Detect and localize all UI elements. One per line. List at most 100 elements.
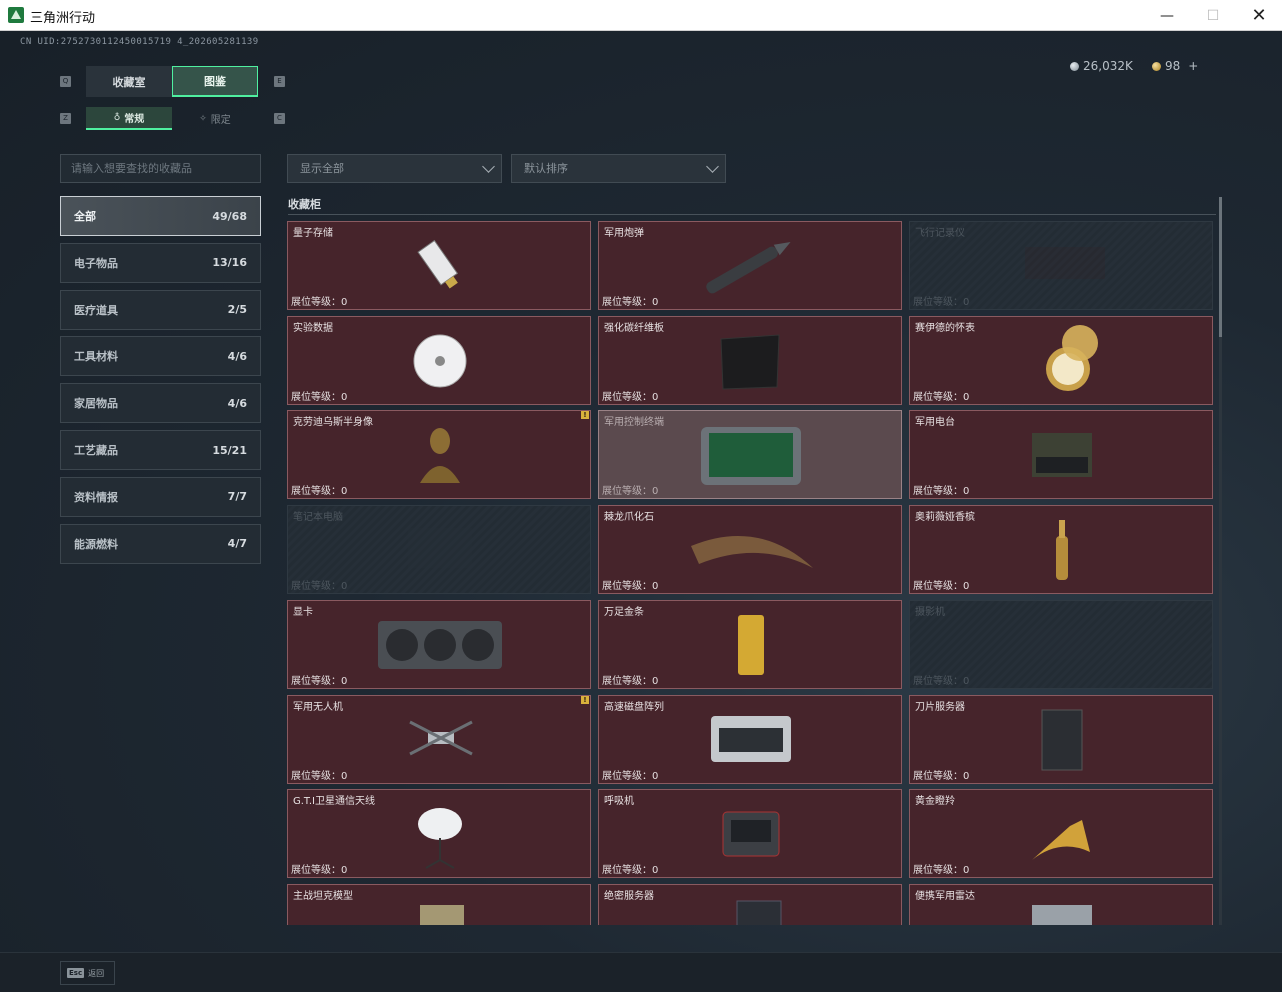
item-name: G.T.I卫星通信天线: [293, 796, 375, 808]
tab-catalog[interactable]: 图鉴: [172, 66, 258, 97]
category-count: 4/7: [227, 537, 247, 551]
item-name: 摄影机: [915, 606, 945, 618]
category-count: 7/7: [227, 490, 247, 504]
item-name: 量子存储: [293, 228, 333, 239]
collection-item[interactable]: 主战坦克模型展位等级：0: [287, 883, 591, 925]
category-label: 医疗道具: [74, 303, 118, 317]
item-level: 展位等级：0: [602, 865, 659, 877]
app-logo-icon: [8, 7, 24, 23]
window-title: 三角洲行动: [30, 11, 96, 26]
category-item[interactable]: 医疗道具 2/5: [60, 289, 261, 330]
item-level: 展位等级：0: [913, 770, 970, 782]
silver-amount: 26,032K: [1083, 59, 1133, 73]
item-name: 军用炮弹: [604, 228, 644, 239]
collection-item[interactable]: 飞行记录仪 展位等级：0: [909, 221, 1213, 310]
collection-item[interactable]: 军用控制终端 展位等级：0: [598, 410, 902, 500]
minimize-button[interactable]: —: [1144, 0, 1190, 31]
scrollbar-thumb[interactable]: [1219, 197, 1222, 337]
bottom-bar: Esc 返回: [0, 952, 1282, 992]
category-item[interactable]: 工具材料 4/6: [60, 336, 261, 377]
back-button[interactable]: Esc 返回: [60, 961, 115, 985]
collection-item[interactable]: 棘龙爪化石 展位等级：0: [598, 505, 902, 595]
search-input[interactable]: 请输入想要查找的收藏品: [60, 154, 261, 183]
collection-item[interactable]: 强化碳纤维板 展位等级：0: [598, 315, 902, 405]
collection-item[interactable]: 高速磁盘阵列 展位等级：0: [598, 694, 902, 784]
filter-dropdown[interactable]: 显示全部: [287, 154, 502, 183]
collection-item[interactable]: 军用无人机展位等级：0!: [287, 694, 591, 784]
section-divider: [288, 214, 1216, 215]
key-hint-right: E: [274, 76, 285, 87]
category-item[interactable]: 全部 49/68: [60, 196, 261, 236]
item-name: 克劳迪乌斯半身像: [293, 417, 373, 429]
key-hint-sub-left: Z: [60, 113, 71, 124]
category-item[interactable]: 电子物品 13/16: [60, 242, 261, 283]
item-name: 刀片服务器: [915, 701, 965, 713]
tab-regular[interactable]: ♁ 常规: [86, 107, 172, 130]
item-name: 绝密服务器: [604, 890, 654, 902]
category-item[interactable]: 家居物品 4/6: [60, 383, 261, 424]
back-label: 返回: [88, 968, 105, 978]
item-name: 高速磁盘阵列: [604, 701, 664, 713]
item-level: 展位等级：0: [291, 770, 348, 782]
category-label: 能源燃料: [74, 537, 118, 551]
collection-item[interactable]: 刀片服务器展位等级：0: [909, 694, 1213, 784]
item-name: 奥莉薇娅香槟: [915, 512, 975, 524]
collection-item[interactable]: G.T.I卫星通信天线 展位等级：0: [287, 789, 591, 879]
item-name: 军用无人机: [293, 701, 343, 713]
category-count: 13/16: [212, 256, 247, 270]
collection-item[interactable]: 奥莉薇娅香槟 展位等级：0: [909, 505, 1213, 595]
item-name: 赛伊德的怀表: [915, 322, 975, 334]
item-level: 展位等级：0: [602, 297, 659, 308]
item-name: 棘龙爪化石: [604, 512, 654, 524]
tab-limited[interactable]: ✧ 限定: [172, 107, 258, 130]
collection-item[interactable]: 呼吸机展位等级：0: [598, 789, 902, 879]
new-badge-icon: !: [581, 411, 589, 420]
tab-collection-room[interactable]: 收藏室: [86, 66, 172, 97]
item-level: 展位等级：0: [913, 865, 970, 877]
item-level: 展位等级：0: [291, 297, 348, 308]
close-button[interactable]: ✕: [1236, 0, 1282, 31]
game-viewport: CN UID:2752730112450015719 4_20260528113…: [0, 31, 1282, 992]
collection-item[interactable]: 绝密服务器展位等级：0: [598, 883, 902, 925]
item-level: 展位等级：0: [913, 297, 970, 308]
category-label: 工具材料: [74, 350, 118, 364]
item-name: 实验数据: [293, 322, 333, 334]
window-titlebar: 三角洲行动 — ☐ ✕: [0, 0, 1282, 31]
category-item[interactable]: 资料情报 7/7: [60, 476, 261, 517]
category-label: 全部: [74, 210, 96, 223]
collection-item[interactable]: 克劳迪乌斯半身像 展位等级：0!: [287, 410, 591, 500]
item-name: 军用电台: [915, 417, 955, 429]
grid-scrollbar[interactable]: [1219, 197, 1222, 925]
category-label: 电子物品: [74, 256, 118, 270]
item-name: 呼吸机: [604, 796, 634, 808]
collection-item[interactable]: 赛伊德的怀表 展位等级：0: [909, 315, 1213, 405]
collection-grid: 量子存储 展位等级：0 军用炮弹 展位等级：0 飞行记录仪 展位等级：0 实验数据 展位等级：…: [287, 221, 1215, 925]
item-level: 展位等级：0: [913, 581, 970, 593]
item-level: 展位等级：0: [913, 391, 970, 403]
collection-item[interactable]: 笔记本电脑 展位等级：0: [287, 505, 591, 595]
collection-item[interactable]: 摄影机 展位等级：0: [909, 599, 1213, 689]
item-level: 展位等级：0: [602, 391, 659, 403]
maximize-button[interactable]: ☐: [1190, 0, 1236, 31]
sort-dropdown[interactable]: 默认排序: [511, 154, 726, 183]
category-count: 2/5: [227, 303, 247, 317]
add-currency-button[interactable]: +: [1188, 59, 1198, 73]
category-item[interactable]: 工艺藏品 15/21: [60, 430, 261, 470]
key-hint-left: Q: [60, 76, 71, 87]
limited-icon: ✧: [199, 113, 207, 124]
category-label: 资料情报: [74, 490, 118, 504]
collection-item[interactable]: 军用炮弹展位等级：0: [598, 221, 902, 310]
category-item[interactable]: 能源燃料 4/7: [60, 523, 261, 564]
collection-item[interactable]: 万足金条 展位等级：0: [598, 599, 902, 689]
collection-item[interactable]: 军用电台 展位等级：0: [909, 410, 1213, 500]
collection-item[interactable]: 量子存储展位等级：0: [287, 221, 591, 310]
new-badge-icon: !: [581, 695, 589, 704]
player-uid: CN UID:2752730112450015719 4_20260528113…: [20, 37, 259, 47]
collection-item[interactable]: 黄金瞪羚 展位等级：0: [909, 789, 1213, 879]
silver-currency: 26,032K: [1070, 59, 1133, 73]
collection-item[interactable]: 显卡 展位等级：0: [287, 599, 591, 689]
collection-item[interactable]: 便携军用雷达展位等级：0: [909, 883, 1213, 925]
item-name: 主战坦克模型: [293, 890, 353, 902]
collection-item[interactable]: 实验数据 展位等级：0: [287, 315, 591, 405]
gold-amount: 98: [1165, 59, 1181, 73]
